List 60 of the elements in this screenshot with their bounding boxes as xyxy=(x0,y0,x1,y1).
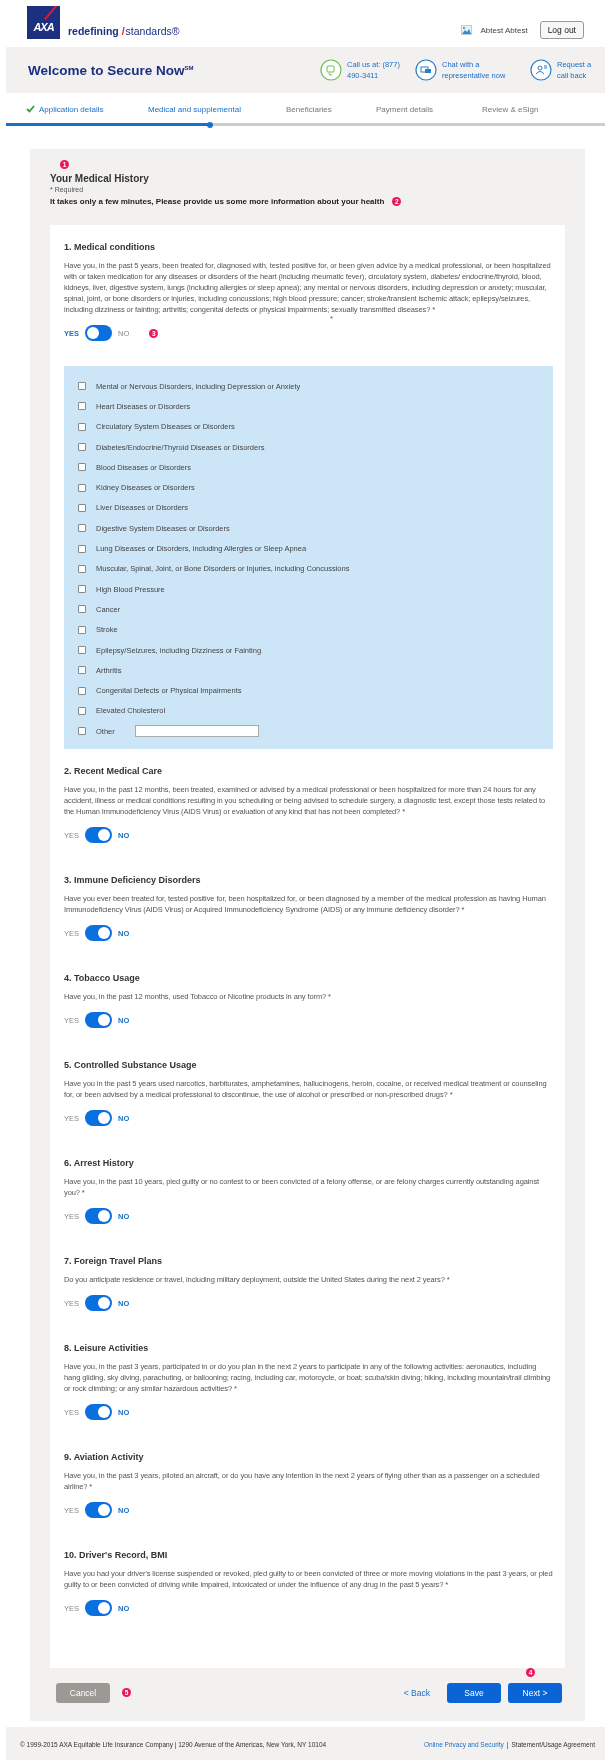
question-title: 5. Controlled Substance Usage xyxy=(64,1059,198,1071)
question-title: 4. Tobacco Usage xyxy=(64,972,141,984)
axa-logo: AXA xyxy=(27,6,60,39)
step-tab[interactable]: Medical and supplemental xyxy=(148,99,286,119)
chat-icon[interactable] xyxy=(415,59,437,81)
checkbox[interactable] xyxy=(78,686,86,695)
next-button[interactable]: Next > xyxy=(508,1683,562,1704)
step-tab[interactable]: Review & eSign xyxy=(482,99,539,119)
checkbox[interactable] xyxy=(78,503,86,512)
checkbox[interactable] xyxy=(78,585,86,594)
back-link[interactable]: < Back xyxy=(403,1687,430,1698)
question-title: 8. Leisure Activities xyxy=(64,1342,150,1354)
step-tab[interactable]: Payment details xyxy=(376,99,482,119)
welcome-title: Welcome to Secure Now$^{SM}$ xyxy=(28,62,194,78)
question-title: 9. Aviation Activity xyxy=(64,1451,145,1463)
checkbox[interactable] xyxy=(78,646,86,654)
intro-text: It takes only a few minutes, Please provide us some more information about your health xyxy=(50,197,385,206)
question-title: 10. Driver's Record, BMI xyxy=(64,1549,169,1561)
section-title: Your Medical History xyxy=(50,173,150,184)
question-title: 3. Immune Deficiency Disorders xyxy=(64,874,202,886)
checkbox[interactable] xyxy=(78,625,86,634)
checkbox[interactable] xyxy=(78,564,86,573)
checkbox[interactable] xyxy=(78,706,86,715)
save-button[interactable]: Save xyxy=(447,1682,501,1703)
image-icon xyxy=(461,25,473,35)
checkbox[interactable] xyxy=(78,382,86,391)
phone-icon[interactable] xyxy=(320,59,342,81)
step-tab[interactable]: Beneficiaries xyxy=(286,99,376,119)
question-title: 1. Medical conditions xyxy=(64,241,156,252)
yes-no-toggle[interactable] xyxy=(85,1208,112,1225)
question-title: 2. Recent Medical Care xyxy=(64,765,164,777)
yes-no-toggle[interactable] xyxy=(85,325,112,341)
yes-no-toggle[interactable] xyxy=(85,1502,112,1519)
yes-no-toggle[interactable] xyxy=(85,1404,112,1421)
checkbox[interactable] xyxy=(78,422,86,431)
checkbox[interactable] xyxy=(78,605,86,614)
question-title: 7. Foreign Travel Plans xyxy=(64,1255,164,1267)
checkbox[interactable] xyxy=(78,727,86,736)
step-tab[interactable]: Application details xyxy=(26,99,148,119)
cancel-button[interactable]: Cancel xyxy=(56,1682,110,1703)
yes-no-toggle[interactable] xyxy=(85,1012,112,1029)
question-title: 6. Arrest History xyxy=(64,1157,135,1169)
yes-no-toggle[interactable] xyxy=(85,827,112,844)
checkbox[interactable] xyxy=(78,402,86,411)
checkbox[interactable] xyxy=(78,524,86,533)
checkbox[interactable] xyxy=(78,544,86,553)
user-name: Abtest Abtest xyxy=(480,25,528,35)
yes-no-toggle[interactable] xyxy=(85,1110,112,1127)
logout-button[interactable]: Log out xyxy=(539,21,584,39)
other-field[interactable] xyxy=(134,725,259,738)
yes-no-toggle[interactable] xyxy=(85,925,112,942)
check-icon xyxy=(26,105,35,113)
tagline: redefining /standards® xyxy=(68,25,180,37)
checkbox[interactable] xyxy=(78,666,86,675)
callback-icon[interactable] xyxy=(530,59,552,81)
checkbox[interactable] xyxy=(78,463,86,472)
yes-no-toggle[interactable] xyxy=(85,1295,112,1312)
checkbox[interactable] xyxy=(78,443,86,452)
checkbox[interactable] xyxy=(78,483,86,492)
yes-no-toggle[interactable] xyxy=(85,1600,112,1617)
